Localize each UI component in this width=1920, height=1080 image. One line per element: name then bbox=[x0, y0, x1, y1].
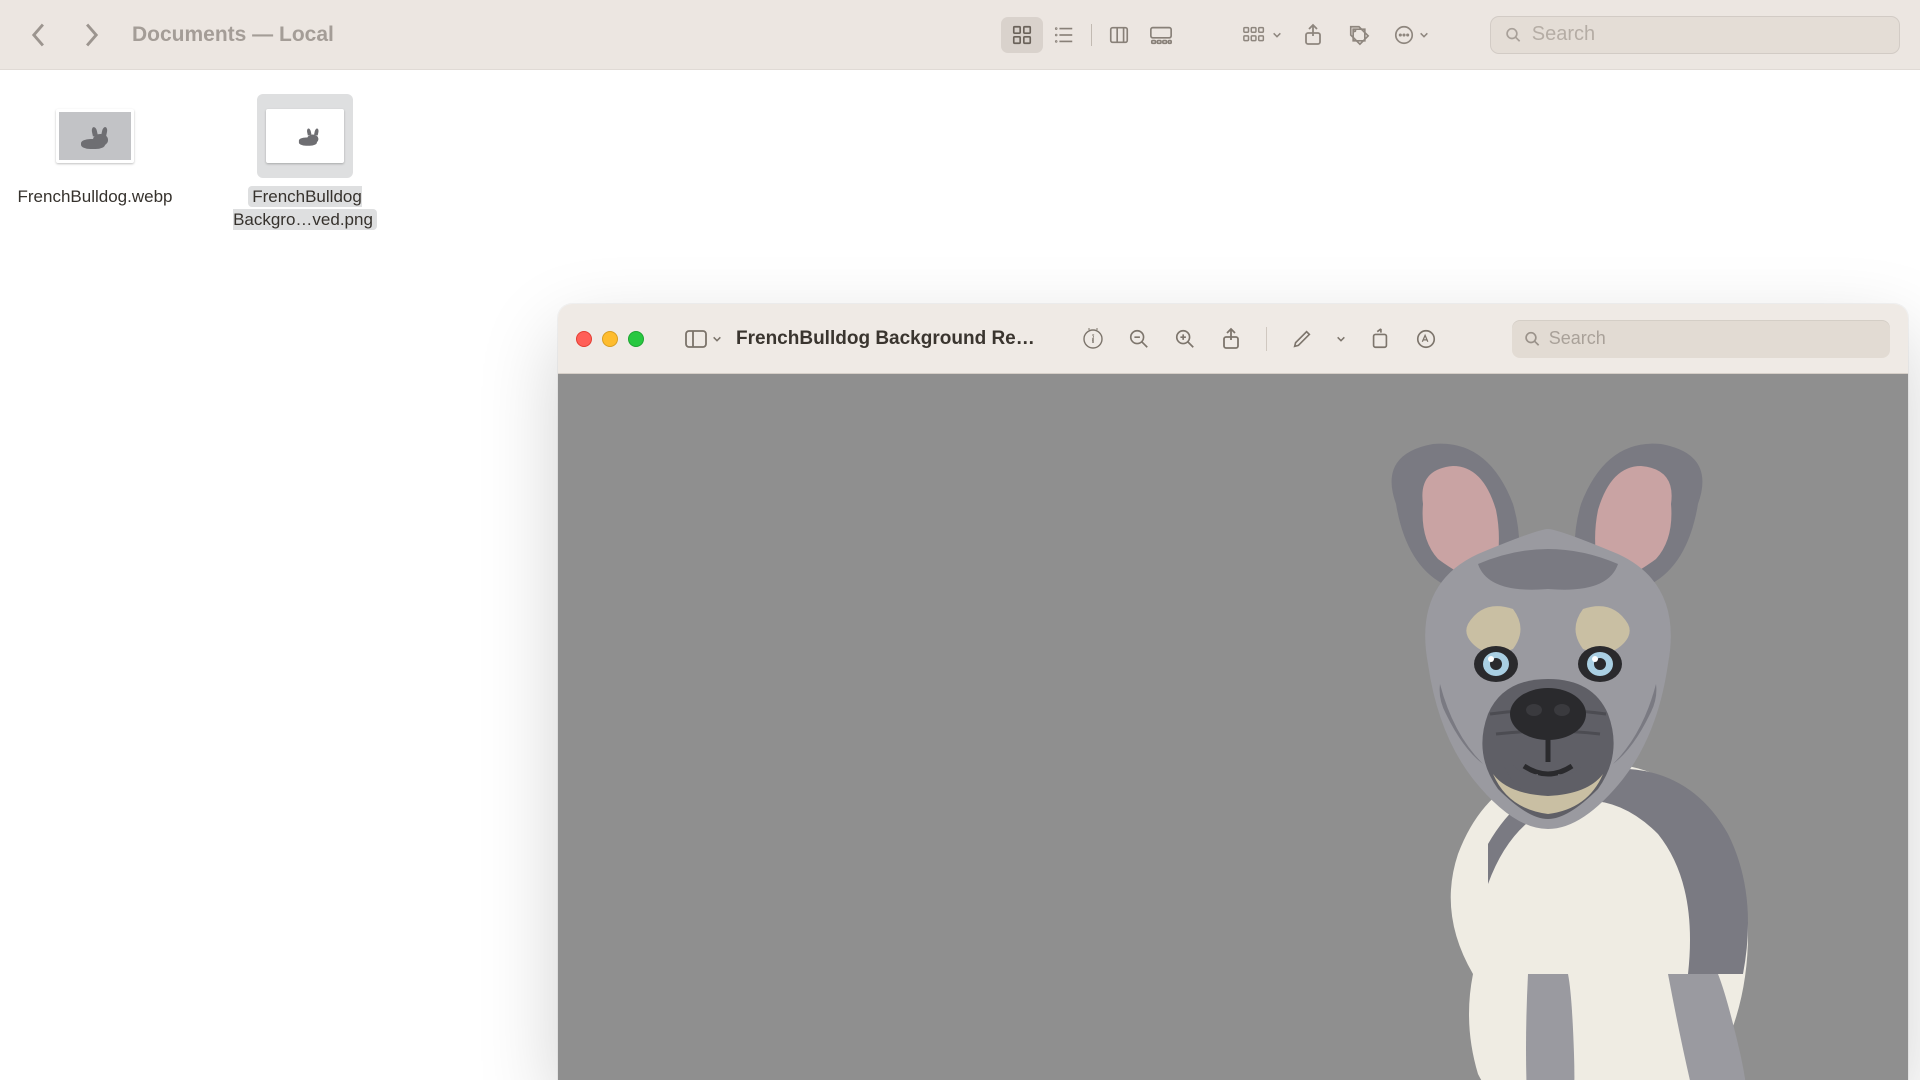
search-input[interactable] bbox=[1549, 328, 1878, 349]
dog-image bbox=[1228, 414, 1868, 1080]
chevron-down-icon bbox=[1419, 30, 1429, 40]
chevron-down-icon bbox=[712, 334, 722, 344]
preview-search[interactable] bbox=[1512, 320, 1890, 358]
info-button[interactable]: i bbox=[1076, 322, 1110, 356]
preview-window: FrenchBulldog Background Rem… i bbox=[558, 304, 1908, 1080]
rotate-button[interactable] bbox=[1363, 322, 1397, 356]
file-item[interactable]: FrenchBulldog.webp bbox=[20, 94, 170, 209]
photo-thumbnail bbox=[56, 109, 134, 163]
file-thumbnail bbox=[47, 94, 143, 178]
share-icon bbox=[1303, 23, 1323, 47]
more-button[interactable] bbox=[1386, 18, 1436, 52]
view-switcher bbox=[999, 15, 1184, 55]
file-label: FrenchBulldog Backgro…ved.png bbox=[230, 186, 380, 232]
preview-title: FrenchBulldog Background Rem… bbox=[736, 328, 1046, 350]
chevron-down-icon bbox=[1272, 30, 1282, 40]
markup-toggle-button[interactable] bbox=[1409, 322, 1443, 356]
zoom-in-button[interactable] bbox=[1168, 322, 1202, 356]
tag-icon bbox=[1348, 24, 1370, 46]
share-button[interactable] bbox=[1214, 322, 1248, 356]
info-icon: i bbox=[1081, 327, 1105, 351]
file-label: FrenchBulldog.webp bbox=[14, 186, 177, 209]
pencil-icon bbox=[1291, 328, 1313, 350]
photo-thumbnail bbox=[266, 109, 344, 163]
forward-button[interactable] bbox=[72, 18, 110, 52]
window-controls bbox=[576, 331, 644, 347]
files-area[interactable]: FrenchBulldog.webp FrenchBulldog Backgro… bbox=[0, 70, 1920, 256]
sidebar-icon bbox=[684, 329, 708, 349]
gallery-view-button[interactable] bbox=[1140, 17, 1182, 53]
chevron-right-icon bbox=[82, 22, 100, 48]
markup-menu-button[interactable] bbox=[1331, 322, 1351, 356]
preview-toolbar: FrenchBulldog Background Rem… i bbox=[558, 304, 1908, 374]
file-thumbnail bbox=[257, 94, 353, 178]
sidebar-toggle-button[interactable] bbox=[684, 329, 722, 349]
columns-icon bbox=[1108, 24, 1130, 46]
column-view-button[interactable] bbox=[1098, 17, 1140, 53]
share-icon bbox=[1221, 327, 1241, 351]
finder-search[interactable] bbox=[1490, 16, 1900, 54]
maximize-button[interactable] bbox=[628, 331, 644, 347]
preview-canvas[interactable] bbox=[558, 374, 1908, 1080]
group-button[interactable] bbox=[1238, 18, 1286, 52]
file-item[interactable]: FrenchBulldog Backgro…ved.png bbox=[230, 94, 380, 232]
rotate-icon bbox=[1369, 328, 1391, 350]
share-button[interactable] bbox=[1294, 18, 1332, 52]
close-button[interactable] bbox=[576, 331, 592, 347]
back-button[interactable] bbox=[20, 18, 58, 52]
list-icon bbox=[1053, 24, 1075, 46]
search-icon bbox=[1505, 26, 1522, 44]
chevron-left-icon bbox=[30, 22, 48, 48]
markup-button[interactable] bbox=[1285, 322, 1319, 356]
finder-toolbar: Documents — Local bbox=[0, 0, 1920, 70]
window-title: Documents — Local bbox=[132, 23, 334, 47]
search-input[interactable] bbox=[1532, 23, 1885, 46]
search-icon bbox=[1524, 330, 1541, 348]
group-icon bbox=[1242, 24, 1268, 46]
minimize-button[interactable] bbox=[602, 331, 618, 347]
divider bbox=[1266, 327, 1267, 351]
gallery-icon bbox=[1149, 24, 1173, 46]
chevron-down-icon bbox=[1336, 334, 1346, 344]
list-view-button[interactable] bbox=[1043, 17, 1085, 53]
zoom-out-icon bbox=[1128, 328, 1150, 350]
icon-view-button[interactable] bbox=[1001, 17, 1043, 53]
markup-circle-icon bbox=[1415, 328, 1437, 350]
divider bbox=[1091, 24, 1092, 46]
zoom-in-icon bbox=[1174, 328, 1196, 350]
tags-button[interactable] bbox=[1340, 18, 1378, 52]
more-icon bbox=[1393, 24, 1415, 46]
grid-icon bbox=[1011, 24, 1033, 46]
zoom-out-button[interactable] bbox=[1122, 322, 1156, 356]
